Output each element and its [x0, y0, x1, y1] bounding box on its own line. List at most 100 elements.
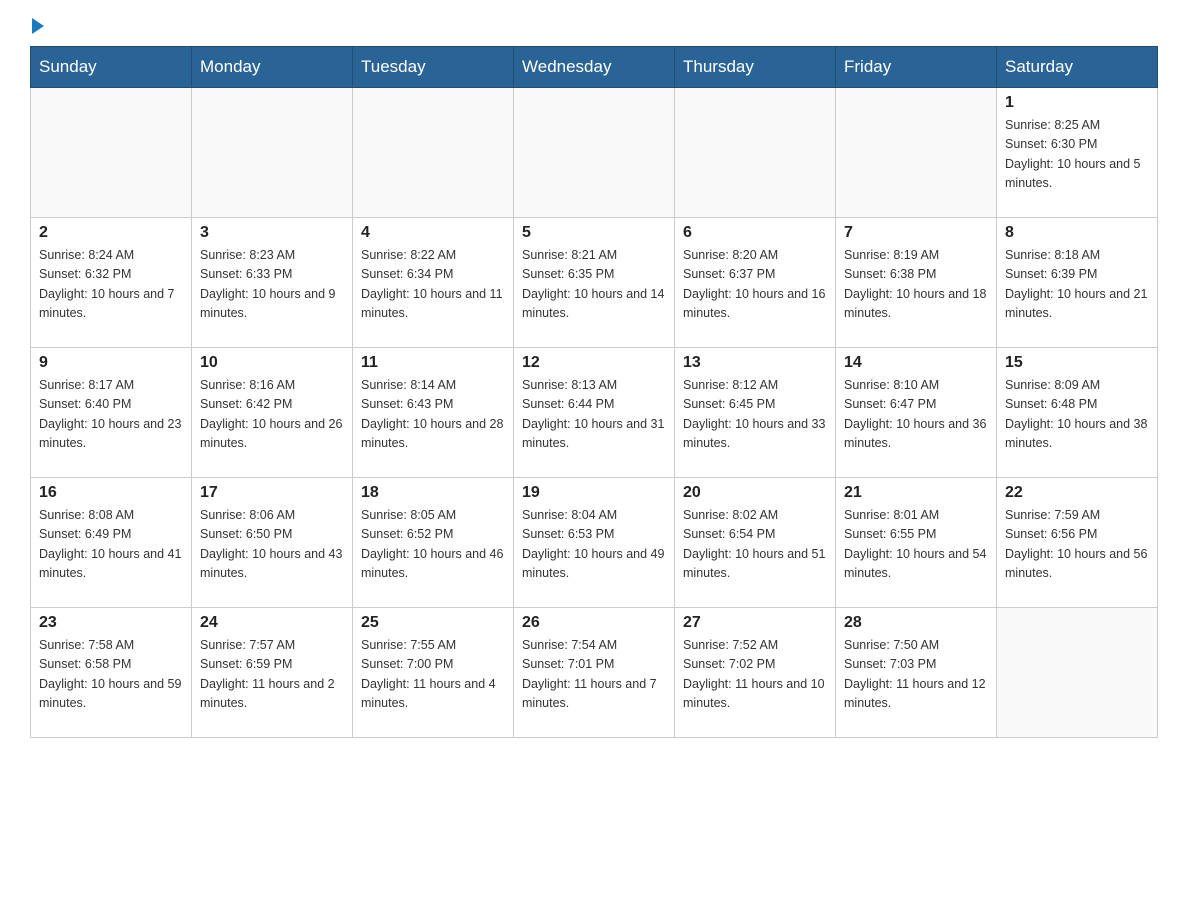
- day-info: Sunrise: 8:18 AMSunset: 6:39 PMDaylight:…: [1005, 246, 1149, 324]
- day-info: Sunrise: 7:50 AMSunset: 7:03 PMDaylight:…: [844, 636, 988, 714]
- calendar-cell: 21 Sunrise: 8:01 AMSunset: 6:55 PMDayligh…: [836, 478, 997, 608]
- logo-arrow-icon: [32, 18, 44, 34]
- calendar-cell: 20 Sunrise: 8:02 AMSunset: 6:54 PMDayligh…: [675, 478, 836, 608]
- calendar-week-row: 23 Sunrise: 7:58 AMSunset: 6:58 PMDayligh…: [31, 608, 1158, 738]
- day-number: 21: [844, 484, 988, 502]
- day-info: Sunrise: 8:06 AMSunset: 6:50 PMDaylight:…: [200, 506, 344, 584]
- calendar-cell: 22 Sunrise: 7:59 AMSunset: 6:56 PMDayligh…: [997, 478, 1158, 608]
- day-info: Sunrise: 7:59 AMSunset: 6:56 PMDaylight:…: [1005, 506, 1149, 584]
- calendar-cell: 5 Sunrise: 8:21 AMSunset: 6:35 PMDaylight…: [514, 218, 675, 348]
- calendar-cell: [997, 608, 1158, 738]
- day-info: Sunrise: 8:09 AMSunset: 6:48 PMDaylight:…: [1005, 376, 1149, 454]
- calendar-week-row: 16Sunrise: 8:08 AMSunset: 6:49 PMDayligh…: [31, 478, 1158, 608]
- calendar-cell: 26 Sunrise: 7:54 AMSunset: 7:01 PMDayligh…: [514, 608, 675, 738]
- calendar-cell: 23 Sunrise: 7:58 AMSunset: 6:58 PMDayligh…: [31, 608, 192, 738]
- calendar-cell: [353, 88, 514, 218]
- day-number: 19: [522, 484, 666, 502]
- day-info: Sunrise: 8:13 AMSunset: 6:44 PMDaylight:…: [522, 376, 666, 454]
- calendar-cell: 3 Sunrise: 8:23 AMSunset: 6:33 PMDaylight…: [192, 218, 353, 348]
- weekday-header-friday: Friday: [836, 47, 997, 88]
- day-info: Sunrise: 7:55 AMSunset: 7:00 PMDaylight:…: [361, 636, 505, 714]
- day-number: 7: [844, 224, 988, 242]
- calendar-cell: 27Sunrise: 7:52 AMSunset: 7:02 PMDayligh…: [675, 608, 836, 738]
- calendar-cell: 10 Sunrise: 8:16 AMSunset: 6:42 PMDayligh…: [192, 348, 353, 478]
- logo: [30, 20, 44, 36]
- day-info: Sunrise: 8:24 AMSunset: 6:32 PMDaylight:…: [39, 246, 183, 324]
- calendar-cell: 7 Sunrise: 8:19 AMSunset: 6:38 PMDaylight…: [836, 218, 997, 348]
- calendar-week-row: 1 Sunrise: 8:25 AMSunset: 6:30 PMDaylight…: [31, 88, 1158, 218]
- weekday-header-thursday: Thursday: [675, 47, 836, 88]
- calendar-cell: [31, 88, 192, 218]
- day-info: Sunrise: 8:10 AMSunset: 6:47 PMDaylight:…: [844, 376, 988, 454]
- calendar-cell: [675, 88, 836, 218]
- calendar-cell: 18Sunrise: 8:05 AMSunset: 6:52 PMDayligh…: [353, 478, 514, 608]
- day-info: Sunrise: 8:20 AMSunset: 6:37 PMDaylight:…: [683, 246, 827, 324]
- day-number: 17: [200, 484, 344, 502]
- calendar-cell: [514, 88, 675, 218]
- weekday-header-saturday: Saturday: [997, 47, 1158, 88]
- day-number: 24: [200, 614, 344, 632]
- day-number: 1: [1005, 94, 1149, 112]
- calendar-cell: 4 Sunrise: 8:22 AMSunset: 6:34 PMDaylight…: [353, 218, 514, 348]
- calendar-cell: 11 Sunrise: 8:14 AMSunset: 6:43 PMDayligh…: [353, 348, 514, 478]
- day-info: Sunrise: 8:19 AMSunset: 6:38 PMDaylight:…: [844, 246, 988, 324]
- day-number: 16: [39, 484, 183, 502]
- day-info: Sunrise: 8:23 AMSunset: 6:33 PMDaylight:…: [200, 246, 344, 324]
- day-number: 6: [683, 224, 827, 242]
- day-number: 22: [1005, 484, 1149, 502]
- day-info: Sunrise: 8:02 AMSunset: 6:54 PMDaylight:…: [683, 506, 827, 584]
- day-info: Sunrise: 7:54 AMSunset: 7:01 PMDaylight:…: [522, 636, 666, 714]
- day-info: Sunrise: 8:14 AMSunset: 6:43 PMDaylight:…: [361, 376, 505, 454]
- day-number: 26: [522, 614, 666, 632]
- day-info: Sunrise: 8:16 AMSunset: 6:42 PMDaylight:…: [200, 376, 344, 454]
- day-number: 12: [522, 354, 666, 372]
- calendar-cell: 1 Sunrise: 8:25 AMSunset: 6:30 PMDaylight…: [997, 88, 1158, 218]
- day-info: Sunrise: 7:57 AMSunset: 6:59 PMDaylight:…: [200, 636, 344, 714]
- calendar-cell: 19 Sunrise: 8:04 AMSunset: 6:53 PMDayligh…: [514, 478, 675, 608]
- calendar-cell: 28 Sunrise: 7:50 AMSunset: 7:03 PMDayligh…: [836, 608, 997, 738]
- weekday-header-row: SundayMondayTuesdayWednesdayThursdayFrid…: [31, 47, 1158, 88]
- calendar-table: SundayMondayTuesdayWednesdayThursdayFrid…: [30, 46, 1158, 738]
- day-info: Sunrise: 8:12 AMSunset: 6:45 PMDaylight:…: [683, 376, 827, 454]
- day-info: Sunrise: 8:04 AMSunset: 6:53 PMDaylight:…: [522, 506, 666, 584]
- calendar-cell: 24 Sunrise: 7:57 AMSunset: 6:59 PMDayligh…: [192, 608, 353, 738]
- day-info: Sunrise: 8:22 AMSunset: 6:34 PMDaylight:…: [361, 246, 505, 324]
- day-number: 20: [683, 484, 827, 502]
- day-number: 23: [39, 614, 183, 632]
- day-number: 10: [200, 354, 344, 372]
- weekday-header-tuesday: Tuesday: [353, 47, 514, 88]
- day-number: 15: [1005, 354, 1149, 372]
- day-number: 4: [361, 224, 505, 242]
- day-number: 3: [200, 224, 344, 242]
- page-header: [30, 20, 1158, 36]
- calendar-cell: 16Sunrise: 8:08 AMSunset: 6:49 PMDayligh…: [31, 478, 192, 608]
- calendar-cell: 6 Sunrise: 8:20 AMSunset: 6:37 PMDaylight…: [675, 218, 836, 348]
- day-number: 5: [522, 224, 666, 242]
- calendar-cell: 13 Sunrise: 8:12 AMSunset: 6:45 PMDayligh…: [675, 348, 836, 478]
- calendar-cell: 17 Sunrise: 8:06 AMSunset: 6:50 PMDayligh…: [192, 478, 353, 608]
- calendar-cell: 25 Sunrise: 7:55 AMSunset: 7:00 PMDayligh…: [353, 608, 514, 738]
- day-number: 14: [844, 354, 988, 372]
- day-info: Sunrise: 7:52 AMSunset: 7:02 PMDaylight:…: [683, 636, 827, 714]
- calendar-cell: 9 Sunrise: 8:17 AMSunset: 6:40 PMDaylight…: [31, 348, 192, 478]
- day-number: 28: [844, 614, 988, 632]
- calendar-cell: 12 Sunrise: 8:13 AMSunset: 6:44 PMDayligh…: [514, 348, 675, 478]
- day-number: 2: [39, 224, 183, 242]
- day-info: Sunrise: 8:17 AMSunset: 6:40 PMDaylight:…: [39, 376, 183, 454]
- day-info: Sunrise: 7:58 AMSunset: 6:58 PMDaylight:…: [39, 636, 183, 714]
- day-number: 11: [361, 354, 505, 372]
- day-info: Sunrise: 8:01 AMSunset: 6:55 PMDaylight:…: [844, 506, 988, 584]
- weekday-header-sunday: Sunday: [31, 47, 192, 88]
- calendar-cell: 8 Sunrise: 8:18 AMSunset: 6:39 PMDaylight…: [997, 218, 1158, 348]
- day-info: Sunrise: 8:05 AMSunset: 6:52 PMDaylight:…: [361, 506, 505, 584]
- day-info: Sunrise: 8:21 AMSunset: 6:35 PMDaylight:…: [522, 246, 666, 324]
- day-number: 8: [1005, 224, 1149, 242]
- calendar-week-row: 9 Sunrise: 8:17 AMSunset: 6:40 PMDaylight…: [31, 348, 1158, 478]
- day-number: 25: [361, 614, 505, 632]
- calendar-week-row: 2 Sunrise: 8:24 AMSunset: 6:32 PMDaylight…: [31, 218, 1158, 348]
- day-info: Sunrise: 8:25 AMSunset: 6:30 PMDaylight:…: [1005, 116, 1149, 194]
- day-number: 9: [39, 354, 183, 372]
- calendar-cell: 15 Sunrise: 8:09 AMSunset: 6:48 PMDayligh…: [997, 348, 1158, 478]
- day-number: 13: [683, 354, 827, 372]
- calendar-cell: [836, 88, 997, 218]
